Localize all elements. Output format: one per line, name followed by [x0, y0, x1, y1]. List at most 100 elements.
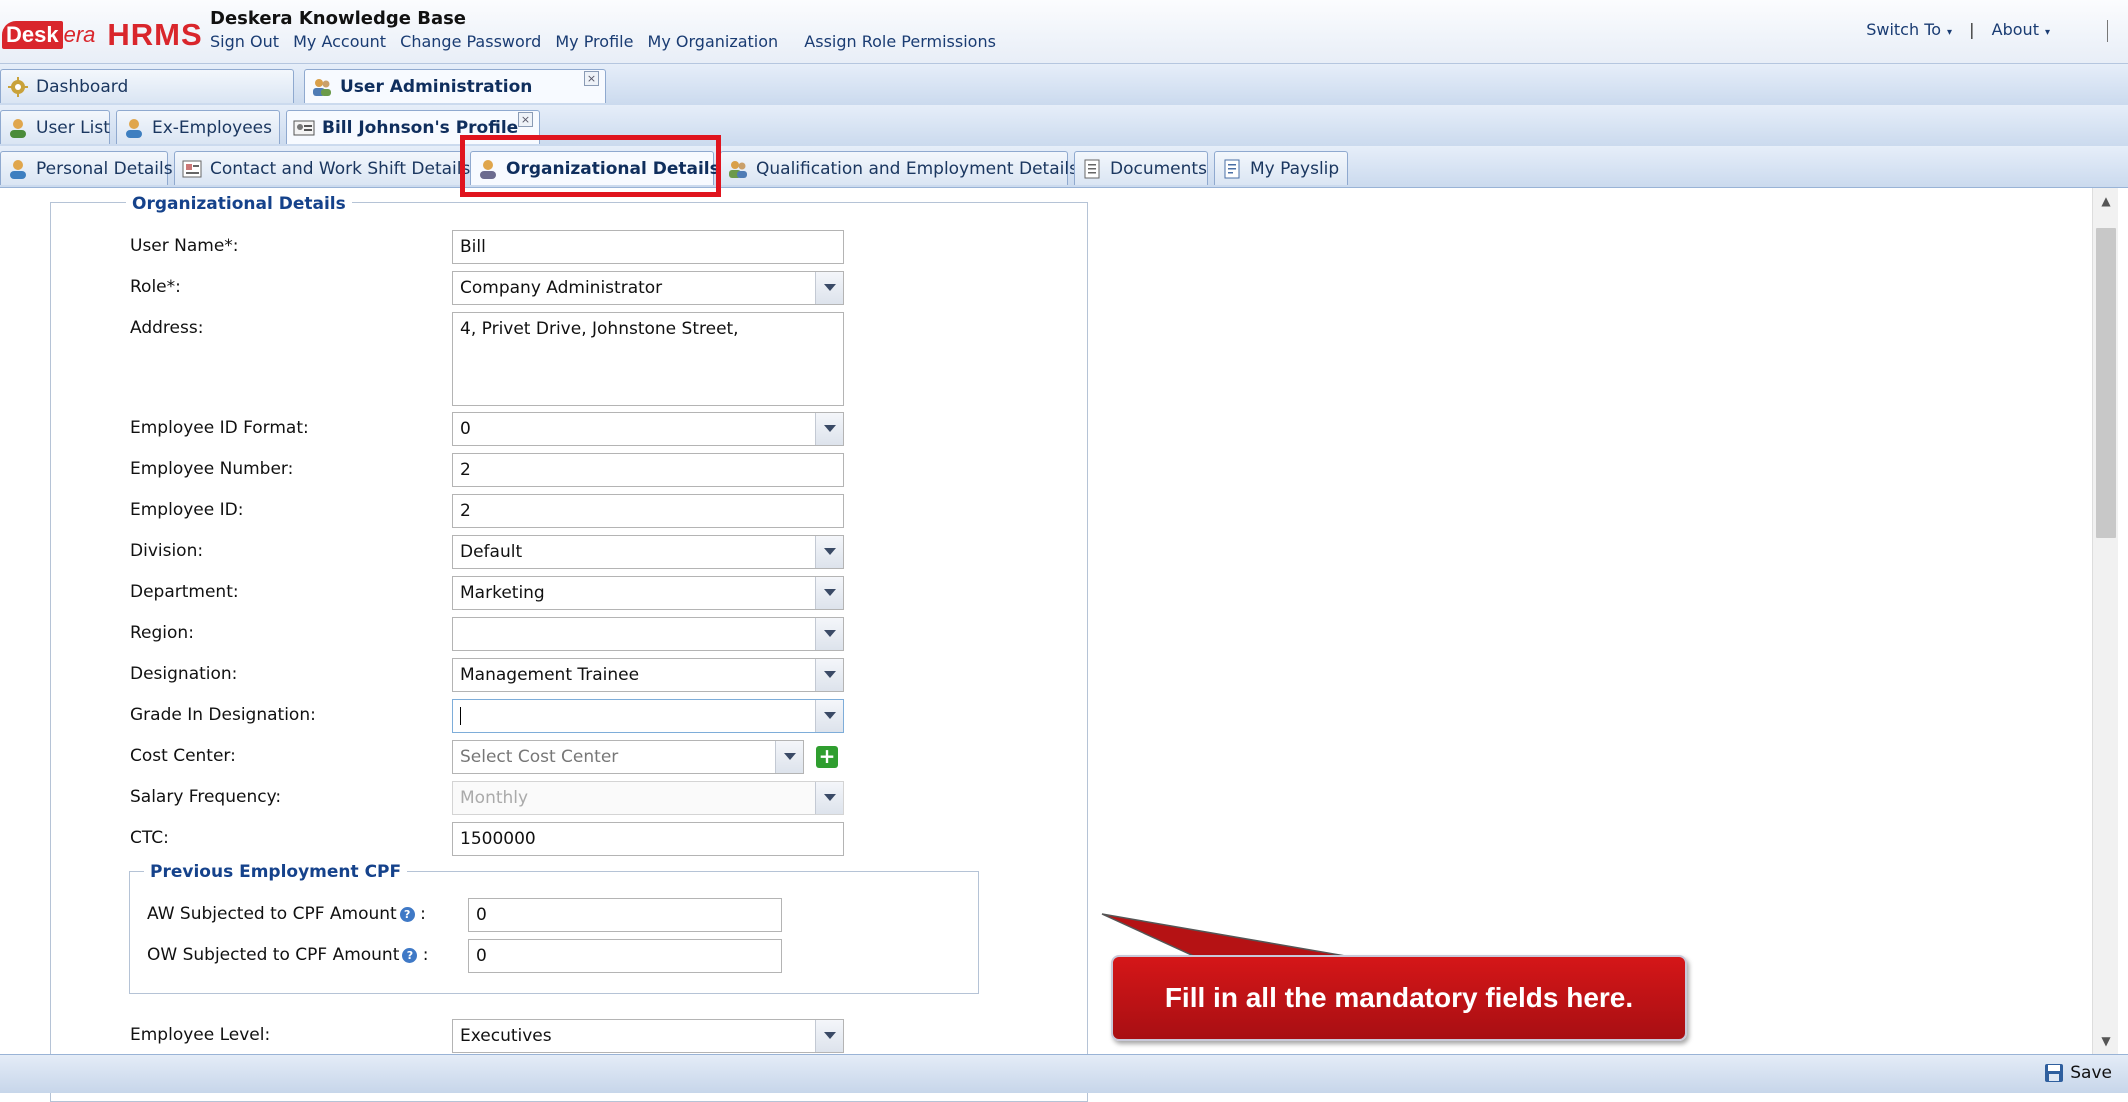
scroll-up-icon[interactable]: ▲ [2093, 188, 2119, 214]
user-tab-bar: User List Ex-Employees Bill Johnson's Pr… [0, 105, 2128, 147]
employee-id-label: Employee ID: [130, 500, 244, 520]
payslip-icon [1224, 159, 1240, 178]
tab-my-payslip-label: My Payslip [1250, 158, 1340, 179]
vertical-scrollbar[interactable]: ▲ ▼ [2092, 188, 2118, 1054]
tab-contact-work-shift-label: Contact and Work Shift Details [210, 158, 471, 179]
logo-desk-text: Desk [2, 21, 63, 49]
employee-level-select[interactable]: Executives [452, 1019, 844, 1053]
switch-to-menu[interactable]: Switch To ▾ [1866, 20, 1952, 39]
aw-colon: : [420, 904, 426, 924]
role-select[interactable]: Company Administrator [452, 271, 844, 305]
knowledge-base-title: Deskera Knowledge Base [210, 8, 467, 29]
about-menu[interactable]: About ▾ [1992, 20, 2050, 39]
about-label: About [1991, 20, 2039, 39]
department-dropdown-icon[interactable] [815, 577, 843, 609]
my-organization-link[interactable]: My Organization [648, 32, 779, 51]
employee-id-format-select[interactable]: 0 [452, 412, 844, 446]
role-label: Role*: [130, 277, 181, 297]
dashboard-gear-icon [8, 76, 28, 97]
tab-dashboard-label: Dashboard [36, 76, 129, 97]
tab-user-administration-label: User Administration [340, 76, 533, 97]
aw-cpf-label-text: AW Subjected to CPF Amount [147, 904, 397, 924]
tab-personal-details[interactable]: Personal Details [0, 151, 173, 185]
my-profile-link[interactable]: My Profile [555, 32, 633, 51]
tab-documents-label: Documents [1110, 158, 1207, 179]
tab-contact-work-shift[interactable]: Contact and Work Shift Details [174, 151, 470, 185]
employee-number-input[interactable]: 2 [452, 453, 844, 487]
address-textarea[interactable] [452, 312, 844, 406]
tab-qualification-employment[interactable]: Qualification and Employment Details [720, 151, 1078, 185]
add-cost-center-icon[interactable]: + [816, 746, 838, 768]
header-divider [2107, 20, 2108, 42]
previous-employment-cpf-legend: Previous Employment CPF [144, 862, 408, 882]
change-password-link[interactable]: Change Password [400, 32, 541, 51]
employee-level-label: Employee Level: [130, 1025, 271, 1045]
aw-help-icon[interactable]: ? [399, 906, 415, 922]
designation-dropdown-icon[interactable] [815, 659, 843, 691]
grade-in-designation-select[interactable] [452, 699, 844, 733]
aw-cpf-label: AW Subjected to CPF Amount? : [147, 904, 426, 924]
documents-icon [1084, 159, 1100, 178]
top-right-menus: Switch To ▾ | About ▾ [1866, 20, 2050, 39]
employee-id-input[interactable]: 2 [452, 494, 844, 528]
region-dropdown-icon[interactable] [815, 618, 843, 650]
switch-to-caret-icon: ▾ [1947, 27, 1953, 38]
employee-number-label: Employee Number: [130, 459, 294, 479]
account-links: Sign Out My Account Change Password My P… [210, 32, 1005, 51]
tab-qualification-employment-label: Qualification and Employment Details [756, 158, 1078, 179]
division-select[interactable]: Default [452, 535, 844, 569]
department-label: Department: [130, 582, 239, 602]
tab-my-payslip[interactable]: My Payslip [1214, 151, 1348, 185]
salary-frequency-value: Monthly [460, 788, 529, 808]
save-button[interactable]: Save [2044, 1063, 2112, 1083]
aw-cpf-amount-input[interactable]: 0 [468, 898, 782, 932]
salary-frequency-label: Salary Frequency: [130, 787, 282, 807]
employee-level-dropdown-icon[interactable] [815, 1020, 843, 1052]
region-select[interactable] [452, 617, 844, 651]
switch-to-label: Switch To [1866, 20, 1942, 39]
employee-id-format-dropdown-icon[interactable] [815, 413, 843, 445]
sign-out-link[interactable]: Sign Out [210, 32, 279, 51]
tab-ex-employees[interactable]: Ex-Employees [116, 110, 280, 144]
user-name-label: User Name*: [130, 236, 239, 256]
address-label: Address: [130, 318, 204, 338]
save-disk-icon [2045, 1064, 2064, 1082]
menu-separator: | [1969, 20, 1975, 39]
my-account-link[interactable]: My Account [293, 32, 386, 51]
assign-role-permissions-link[interactable]: Assign Role Permissions [804, 32, 996, 51]
cost-center-select[interactable]: Select Cost Center [452, 740, 804, 774]
previous-employment-cpf-fieldset [129, 871, 979, 994]
ow-cpf-amount-input[interactable]: 0 [468, 939, 782, 973]
department-select[interactable]: Marketing [452, 576, 844, 610]
tab-dashboard[interactable]: Dashboard [0, 69, 294, 103]
organizational-details-legend: Organizational Details [126, 194, 352, 214]
tab-documents[interactable]: Documents [1074, 151, 1208, 185]
scrollbar-thumb[interactable] [2096, 228, 2116, 538]
cost-center-placeholder: Select Cost Center [460, 747, 619, 767]
person-icon [10, 159, 26, 179]
grade-dropdown-icon[interactable] [815, 700, 843, 732]
instruction-callout: Fill in all the mandatory fields here. [1111, 955, 1687, 1041]
designation-label: Designation: [130, 664, 238, 684]
ow-help-icon[interactable]: ? [402, 947, 418, 963]
close-tab-icon[interactable]: × [584, 71, 599, 86]
deskera-hrms-logo[interactable]: Desk era HRMS [2, 17, 203, 52]
ctc-input[interactable]: 1500000 [452, 822, 844, 856]
role-dropdown-icon[interactable] [815, 272, 843, 304]
tab-user-list[interactable]: User List [0, 110, 110, 144]
employee-id-format-value: 0 [460, 419, 471, 439]
scroll-down-icon[interactable]: ▼ [2093, 1028, 2119, 1054]
user-name-input[interactable]: Bill [452, 230, 844, 264]
tab-ex-employees-label: Ex-Employees [152, 117, 272, 138]
app-header: Desk era HRMS Deskera Knowledge Base Sig… [0, 0, 2128, 64]
designation-select[interactable]: Management Trainee [452, 658, 844, 692]
tab-user-administration[interactable]: User Administration × [304, 69, 606, 103]
ctc-label: CTC: [130, 828, 169, 848]
division-dropdown-icon[interactable] [815, 536, 843, 568]
close-profile-tab-icon[interactable]: × [518, 112, 533, 127]
ow-cpf-label: OW Subjected to CPF Amount? : [147, 945, 429, 965]
about-caret-icon: ▾ [2044, 27, 2050, 38]
role-value: Company Administrator [460, 278, 663, 298]
cost-center-dropdown-icon[interactable] [775, 741, 803, 773]
qualification-users-icon [729, 160, 747, 178]
